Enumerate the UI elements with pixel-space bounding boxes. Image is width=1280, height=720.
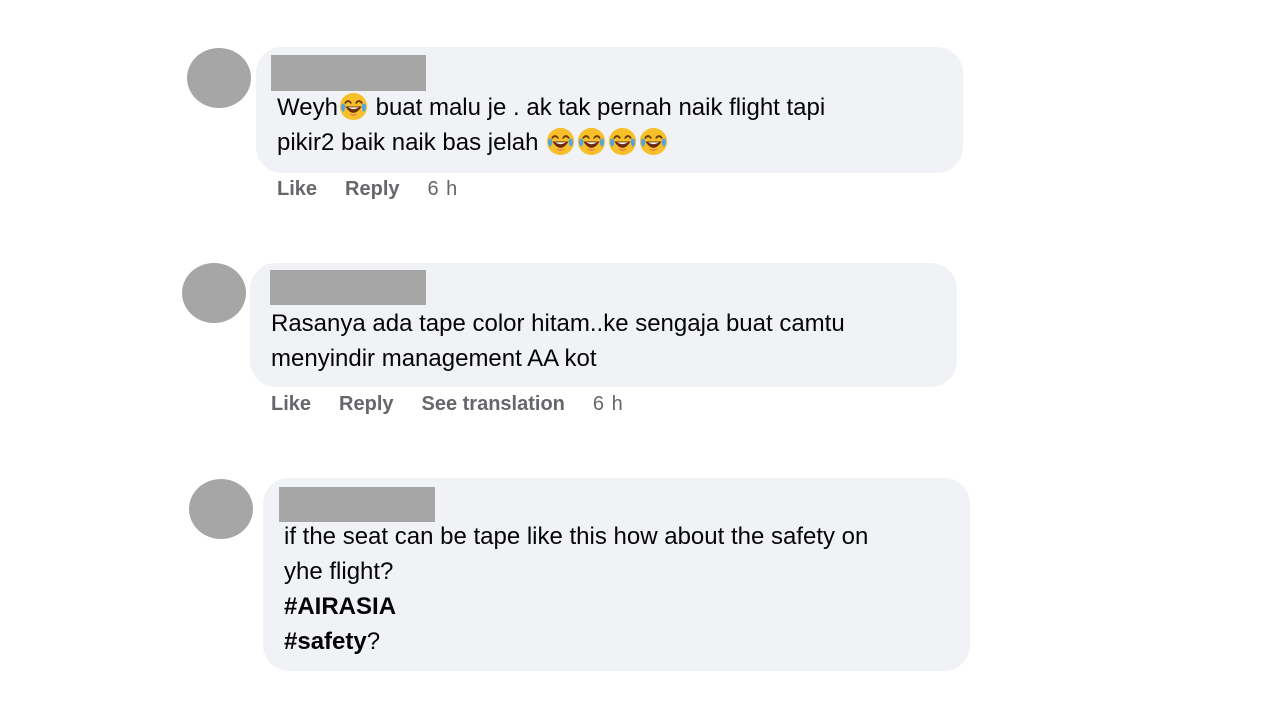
timestamp[interactable]: 6 h — [428, 178, 459, 201]
comment-text-part: buat malu je . ak tak pernah naik flight… — [368, 94, 826, 121]
comment-actions: Like Reply See translation 6 h — [271, 393, 624, 416]
redacted-author-name[interactable] — [279, 487, 435, 522]
comment-line: menyindir management AA kot — [271, 345, 597, 372]
comment-text-part: ? — [366, 628, 381, 655]
comment-text: if the seat can be tape like this how ab… — [284, 519, 868, 659]
comment-text: Rasanya ada tape color hitam..ke sengaja… — [271, 306, 845, 376]
hashtag-link[interactable]: #safety — [284, 628, 367, 655]
like-button[interactable]: Like — [271, 393, 311, 416]
avatar[interactable] — [189, 479, 253, 539]
timestamp[interactable]: 6 h — [593, 393, 624, 416]
comments-screenshot: Weyh buat malu je . ak tak pernah naik f… — [0, 0, 1280, 720]
redacted-author-name[interactable] — [271, 55, 426, 91]
face-with-tears-of-joy-icon — [608, 127, 637, 156]
like-button[interactable]: Like — [277, 178, 317, 201]
avatar[interactable] — [187, 48, 251, 108]
comment-text-part: pikir2 baik naik bas jelah — [277, 129, 546, 156]
hashtag-link[interactable]: #AIRASIA — [284, 593, 396, 620]
avatar[interactable] — [182, 263, 246, 323]
comment-line: Rasanya ada tape color hitam..ke sengaja… — [271, 310, 845, 337]
comment-line: Weyh buat malu je . ak tak pernah naik f… — [277, 90, 825, 125]
cropped-action-row — [284, 676, 464, 686]
comment-line: yhe flight? — [284, 558, 394, 585]
face-with-tears-of-joy-icon — [339, 92, 368, 121]
face-with-tears-of-joy-icon — [577, 127, 606, 156]
redacted-author-name[interactable] — [270, 270, 426, 305]
see-translation-button[interactable]: See translation — [422, 393, 565, 416]
comment-line: if the seat can be tape like this how ab… — [284, 523, 869, 550]
comment-text-part: Weyh — [277, 94, 338, 121]
comment-line: #safety? — [284, 624, 868, 659]
comment-actions: Like Reply 6 h — [277, 178, 458, 201]
comment-line: #AIRASIA — [284, 589, 868, 624]
comment-line: pikir2 baik naik bas jelah — [277, 125, 825, 160]
comment-text: Weyh buat malu je . ak tak pernah naik f… — [277, 90, 825, 160]
face-with-tears-of-joy-icon — [639, 127, 668, 156]
face-with-tears-of-joy-icon — [546, 127, 575, 156]
reply-button[interactable]: Reply — [345, 178, 399, 201]
reply-button[interactable]: Reply — [339, 393, 393, 416]
